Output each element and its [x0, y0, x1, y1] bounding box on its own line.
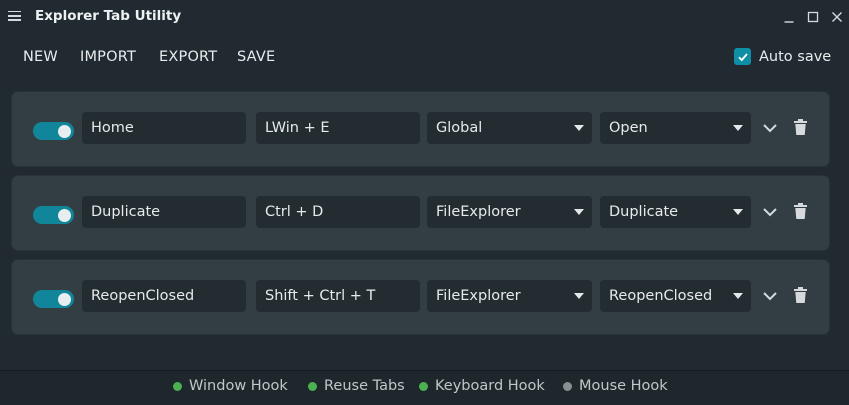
scope-value: FileExplorer: [436, 288, 521, 304]
app-title: Explorer Tab Utility: [35, 8, 182, 24]
scope-value: Global: [436, 120, 483, 136]
status-label: Window Hook: [189, 378, 288, 394]
hotkey-card: Home LWin + E Global Open: [12, 92, 829, 166]
import-button[interactable]: IMPORT: [80, 49, 136, 65]
scope-dropdown[interactable]: FileExplorer: [427, 196, 592, 228]
minimize-button[interactable]: [777, 0, 801, 33]
enable-toggle[interactable]: [33, 122, 74, 140]
new-button[interactable]: NEW: [23, 49, 58, 65]
status-item-reuse-tabs: Reuse Tabs: [308, 378, 405, 394]
status-label: Mouse Hook: [579, 378, 668, 394]
trash-icon[interactable]: [794, 287, 807, 303]
action-dropdown[interactable]: Open: [600, 112, 751, 144]
status-label: Reuse Tabs: [324, 378, 405, 394]
export-button[interactable]: EXPORT: [159, 49, 217, 65]
hotkey-card: ReopenClosed Shift + Ctrl + T FileExplor…: [12, 260, 829, 334]
chevron-down-icon[interactable]: [762, 204, 778, 220]
scope-dropdown[interactable]: Global: [427, 112, 592, 144]
status-item-keyboard-hook: Keyboard Hook: [419, 378, 545, 394]
maximize-button[interactable]: [801, 0, 825, 33]
hotkey-keys-input[interactable]: Shift + Ctrl + T: [256, 280, 420, 312]
action-value: ReopenClosed: [609, 288, 713, 304]
trash-icon[interactable]: [794, 203, 807, 219]
dropdown-arrow-icon: [574, 293, 584, 299]
status-dot-icon: [419, 381, 428, 391]
hotkey-keys-input[interactable]: LWin + E: [256, 112, 420, 144]
check-icon: [737, 52, 748, 61]
hotkey-card: Duplicate Ctrl + D FileExplorer Duplicat…: [12, 176, 829, 250]
dropdown-arrow-icon: [733, 209, 743, 215]
menu-icon[interactable]: [8, 8, 21, 22]
hotkey-keys-input[interactable]: Ctrl + D: [256, 196, 420, 228]
action-dropdown[interactable]: Duplicate: [600, 196, 751, 228]
trash-icon[interactable]: [794, 119, 807, 135]
status-dot-icon: [308, 381, 317, 391]
status-item-window-hook: Window Hook: [173, 378, 288, 394]
status-label: Keyboard Hook: [435, 378, 545, 394]
hotkey-name-input[interactable]: Duplicate: [82, 196, 246, 228]
chevron-down-icon[interactable]: [762, 120, 778, 136]
autosave-control[interactable]: Auto save: [734, 48, 831, 65]
maximize-icon: [807, 11, 819, 22]
window-controls: [777, 0, 849, 33]
status-dot-icon: [563, 381, 572, 391]
title-bar: Explorer Tab Utility: [0, 0, 849, 33]
scope-dropdown[interactable]: FileExplorer: [427, 280, 592, 312]
close-icon: [832, 11, 842, 22]
action-dropdown[interactable]: ReopenClosed: [600, 280, 751, 312]
scope-value: FileExplorer: [436, 204, 521, 220]
hotkey-name-input[interactable]: ReopenClosed: [82, 280, 246, 312]
autosave-label: Auto save: [759, 48, 832, 65]
minimize-icon: [784, 20, 794, 23]
toolbar: NEW IMPORT EXPORT SAVE: [0, 40, 849, 74]
dropdown-arrow-icon: [574, 209, 584, 215]
action-value: Duplicate: [609, 204, 679, 220]
enable-toggle[interactable]: [33, 290, 74, 308]
status-item-mouse-hook: Mouse Hook: [563, 378, 668, 394]
status-dot-icon: [173, 381, 182, 391]
status-bar: Window Hook Reuse Tabs Keyboard Hook Mou…: [0, 370, 849, 405]
dropdown-arrow-icon: [733, 125, 743, 131]
hotkey-name-input[interactable]: Home: [82, 112, 246, 144]
close-button[interactable]: [825, 0, 849, 33]
chevron-down-icon[interactable]: [762, 288, 778, 304]
action-value: Open: [609, 120, 648, 136]
autosave-checkbox[interactable]: [734, 48, 751, 65]
save-button[interactable]: SAVE: [237, 49, 275, 65]
dropdown-arrow-icon: [574, 125, 584, 131]
enable-toggle[interactable]: [33, 206, 74, 224]
dropdown-arrow-icon: [733, 293, 743, 299]
